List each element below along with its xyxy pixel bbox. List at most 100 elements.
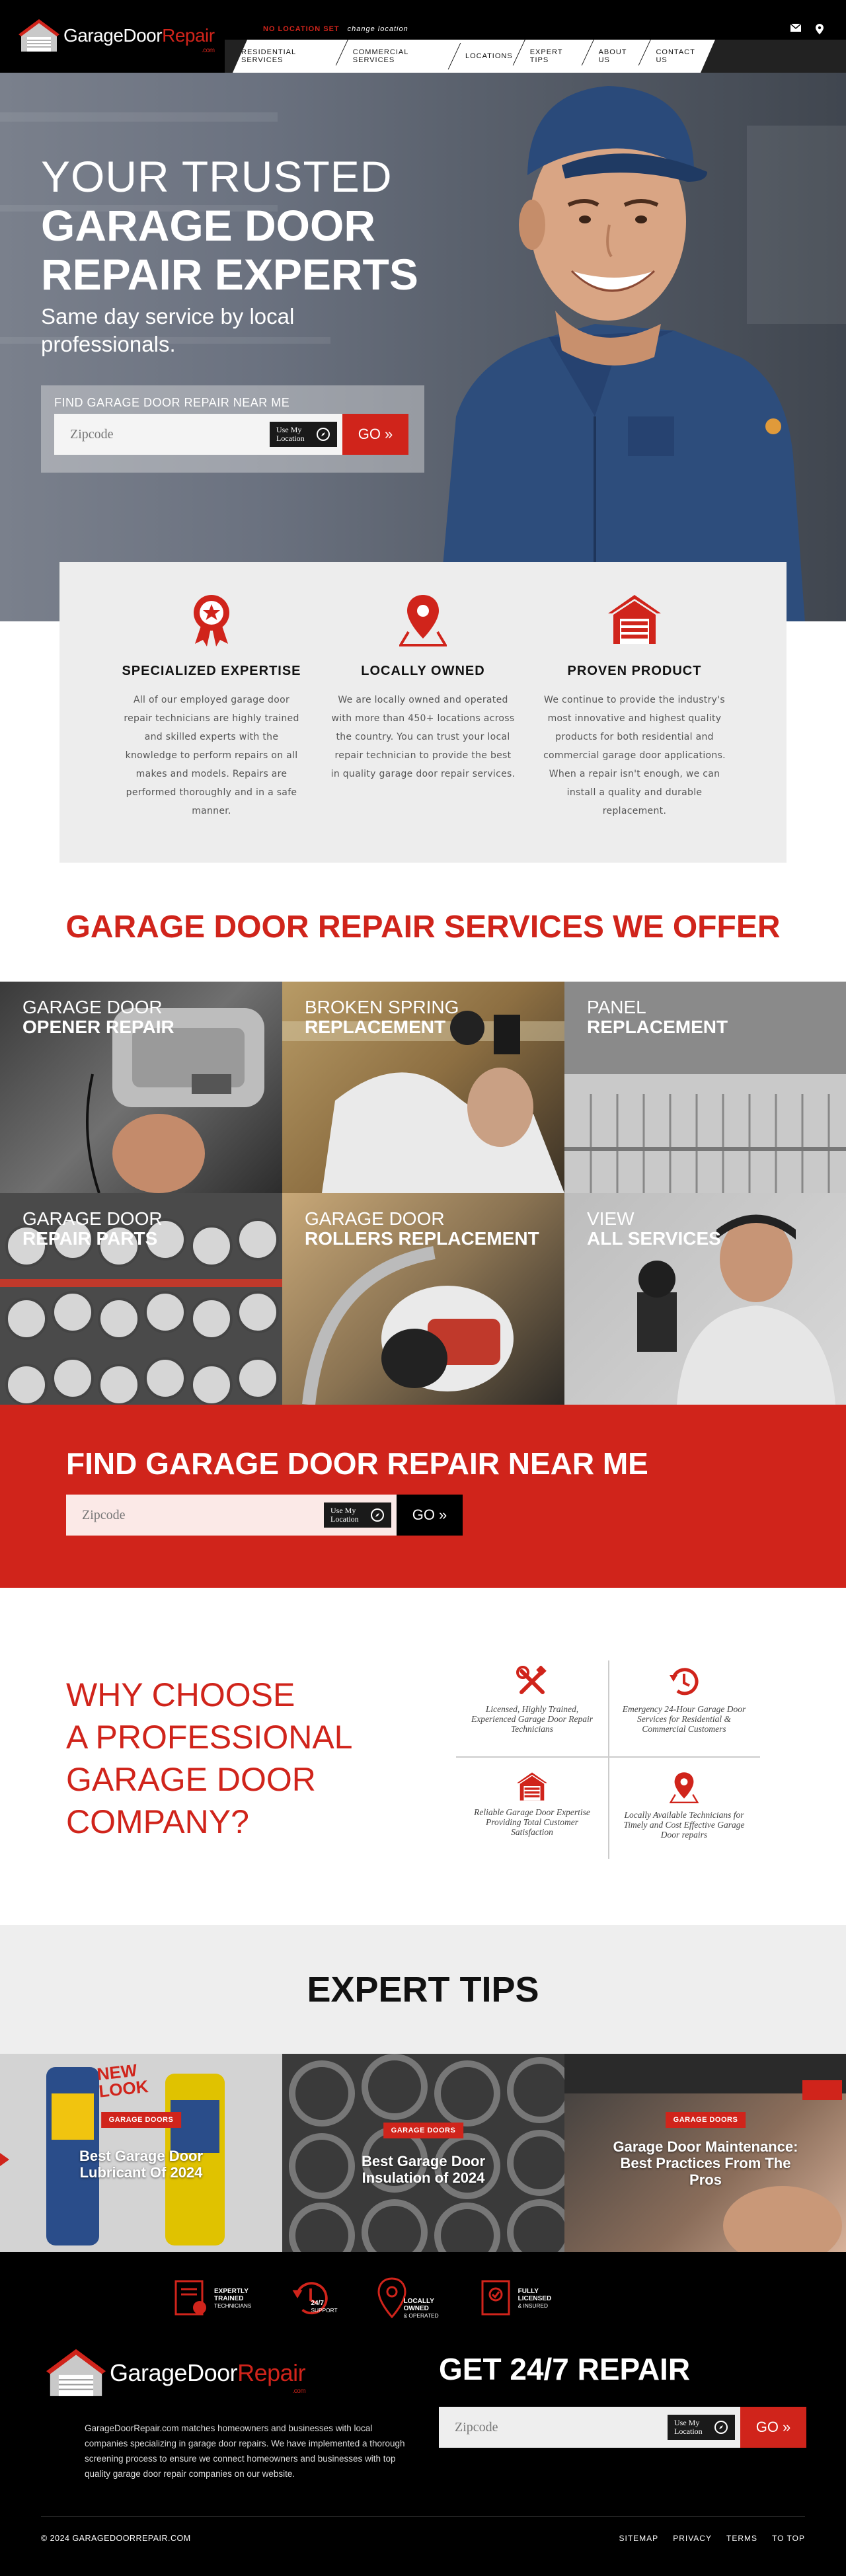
- award-ribbon-icon: [194, 595, 229, 646]
- service-caption-bottom: REPLACEMENT: [305, 1017, 446, 1037]
- nav-commercial-services[interactable]: COMMERCIAL SERVICES: [344, 48, 457, 64]
- grid-divider: [608, 1660, 609, 1859]
- mail-icon[interactable]: [790, 24, 801, 32]
- use-my-location-button[interactable]: Use My Location: [668, 2415, 735, 2440]
- compass-icon: [317, 428, 330, 441]
- service-tile-opener-repair[interactable]: GARAGE DOOR OPENER REPAIR: [0, 982, 282, 1193]
- hero-line-2: GARAGE DOOR: [41, 201, 376, 250]
- badge-line: EXPERTLY: [214, 2287, 249, 2295]
- header-icons: [790, 24, 824, 34]
- service-tile-rollers-replacement[interactable]: GARAGE DOOR ROLLERS REPLACEMENT: [282, 1193, 564, 1405]
- hero-go-button[interactable]: GO »: [342, 414, 408, 455]
- service-caption-top: GARAGE DOOR: [22, 997, 163, 1017]
- service-caption-bottom: REPAIR PARTS: [22, 1228, 158, 1249]
- find-near-section: FIND GARAGE DOOR REPAIR NEAR ME Zipcode …: [0, 1405, 846, 1588]
- badge-line: LOCALLY: [403, 2297, 434, 2305]
- why-item-text: Emergency 24-Hour Garage Door Services f…: [622, 1704, 746, 1734]
- site-logo[interactable]: GarageDoorRepair .com: [19, 19, 215, 54]
- logo-main-text: GarageDoor: [110, 2359, 238, 2386]
- footer-link-sitemap[interactable]: SITEMAP: [619, 2534, 659, 2543]
- copyright: © 2024 GARAGEDOORREPAIR.COM: [41, 2534, 191, 2543]
- tip-title[interactable]: Best Garage Door Lubricant Of 2024: [0, 2148, 282, 2181]
- logo-wordmark: GarageDoorRepair .com: [63, 25, 215, 54]
- why-choose-section: WHY CHOOSE A PROFESSIONAL GARAGE DOOR CO…: [0, 1588, 846, 1925]
- site-header: GarageDoorRepair .com NO LOCATION SET ch…: [0, 0, 846, 73]
- logo-suffix-text: .com: [292, 2388, 306, 2395]
- nav-expert-tips[interactable]: EXPERT TIPS: [521, 48, 590, 64]
- footer-go-button[interactable]: GO »: [740, 2407, 806, 2448]
- hero-line-3: REPAIR EXPERTS: [41, 250, 418, 299]
- badge-fully-licensed: FULLY LICENSED & INSURED: [477, 2277, 551, 2320]
- certificate-icon: [174, 2280, 206, 2316]
- nav-residential-services[interactable]: RESIDENTIAL SERVICES: [233, 48, 344, 64]
- service-caption-top: GARAGE DOOR: [22, 1208, 163, 1229]
- tip-title[interactable]: Garage Door Maintenance: Best Practices …: [564, 2138, 846, 2188]
- expert-tips-grid: NEW LOOK GARAGE DOORS Best Garage Door Lu…: [0, 2054, 846, 2252]
- tip-card-insulation[interactable]: GARAGE DOORS Best Garage Door Insulation…: [282, 2054, 564, 2252]
- hero-zipcode-input[interactable]: Zipcode Use My Location: [54, 414, 342, 455]
- badge-line: TRAINED: [214, 2294, 244, 2302]
- service-tile-panel-replacement[interactable]: PANEL REPLACEMENT: [564, 982, 846, 1193]
- tip-category-tag[interactable]: GARAGE DOORS: [100, 2112, 182, 2128]
- service-caption-bottom: ROLLERS REPLACEMENT: [305, 1228, 539, 1249]
- hero-subtitle: Same day service by local professionals.: [41, 304, 295, 356]
- footer-link-privacy[interactable]: PRIVACY: [673, 2534, 712, 2543]
- site-footer: EXPERTLY TRAINED TECHNICIANS 24/7 SUPPORT L…: [0, 2252, 846, 2576]
- hero-section: YOUR TRUSTED GARAGE DOOR REPAIR EXPERTS …: [0, 73, 846, 621]
- footer-link-to-top[interactable]: TO TOP: [772, 2534, 805, 2543]
- technician-photo: [438, 86, 805, 621]
- why-item-text: Reliable Garage Door Expertise Providing…: [474, 1807, 590, 1837]
- why-title-line-2: A PROFESSIONAL: [66, 1719, 353, 1756]
- tip-card-lubricant[interactable]: NEW LOOK GARAGE DOORS Best Garage Door Lu…: [0, 2054, 282, 2252]
- badge-subline: & OPERATED: [403, 2312, 439, 2319]
- footer-logo[interactable]: GarageDoorRepair .com: [46, 2348, 306, 2398]
- license-icon: [481, 2280, 510, 2316]
- feature-proven-product: PROVEN PRODUCT We continue to provide th…: [542, 594, 727, 863]
- services-grid: GARAGE DOOR OPENER REPAIR BROKEN SPRING RE…: [0, 982, 846, 1405]
- footer-links: SITEMAP PRIVACY TERMS TO TOP: [619, 2534, 806, 2543]
- service-caption-top: BROKEN SPRING: [305, 997, 459, 1017]
- nav-contact-us[interactable]: CONTACT US: [647, 48, 715, 64]
- change-location-link[interactable]: change location: [348, 25, 408, 33]
- compass-icon: [371, 1508, 384, 1522]
- feature-text: We continue to provide the industry's mo…: [543, 695, 726, 816]
- service-tile-broken-spring[interactable]: BROKEN SPRING REPLACEMENT: [282, 982, 564, 1193]
- location-pin-icon[interactable]: [816, 24, 824, 34]
- service-tile-view-all[interactable]: VIEW ALL SERVICES: [564, 1193, 846, 1405]
- logo-accent-text: Repair: [237, 2359, 306, 2386]
- garage-house-logo-icon: [19, 19, 59, 52]
- footer-zipcode-input[interactable]: Zipcode Use My Location: [439, 2407, 740, 2448]
- feature-specialized-expertise: SPECIALIZED EXPERTISE All of our employe…: [119, 594, 304, 863]
- tip-category-tag[interactable]: GARAGE DOORS: [665, 2112, 746, 2128]
- footer-link-terms[interactable]: TERMS: [726, 2534, 757, 2543]
- feature-text: We are locally owned and operated with m…: [330, 695, 516, 779]
- badge-locally-owned: LOCALLY OWNED & OPERATED: [376, 2277, 439, 2320]
- nav-about-us[interactable]: ABOUT US: [590, 48, 648, 64]
- use-my-location-button[interactable]: Use My Location: [324, 1503, 391, 1528]
- service-caption: VIEW ALL SERVICES: [587, 1209, 721, 1249]
- feature-text: All of our employed garage door repair t…: [124, 695, 299, 816]
- grid-divider: [456, 1756, 760, 1758]
- service-caption-bottom: REPLACEMENT: [587, 1017, 728, 1037]
- badge-24-7-support: 24/7 SUPPORT: [289, 2277, 338, 2320]
- find-near-go-button[interactable]: GO »: [397, 1495, 463, 1536]
- nav-locations[interactable]: LOCATIONS: [457, 52, 521, 60]
- location-bar: NO LOCATION SET change location: [263, 25, 408, 33]
- badge-subline: TECHNICIANS: [214, 2302, 252, 2309]
- use-my-location-button[interactable]: Use My Location: [270, 422, 337, 447]
- logo-accent-text: Repair: [162, 25, 215, 46]
- clock-icon: [670, 1668, 699, 1696]
- why-item-emergency: Emergency 24-Hour Garage Door Services f…: [618, 1666, 750, 1734]
- feature-title: LOCALLY OWNED: [361, 664, 485, 678]
- service-tile-repair-parts[interactable]: GARAGE DOOR REPAIR PARTS: [0, 1193, 282, 1405]
- tip-card-maintenance[interactable]: GARAGE DOORS Garage Door Maintenance: Be…: [564, 2054, 846, 2252]
- tip-title[interactable]: Best Garage Door Insulation of 2024: [282, 2153, 564, 2186]
- tip-category-tag[interactable]: GARAGE DOORS: [383, 2123, 464, 2138]
- why-title-line-3: GARAGE DOOR: [66, 1761, 316, 1798]
- badge-line: OWNED: [403, 2304, 429, 2312]
- find-near-zipcode-input[interactable]: Zipcode Use My Location: [66, 1495, 397, 1536]
- location-pin-icon: [670, 1772, 699, 1803]
- use-location-label: Use My Location: [276, 425, 305, 443]
- garage-icon: [517, 1772, 547, 1801]
- location-pin-icon: [399, 595, 447, 646]
